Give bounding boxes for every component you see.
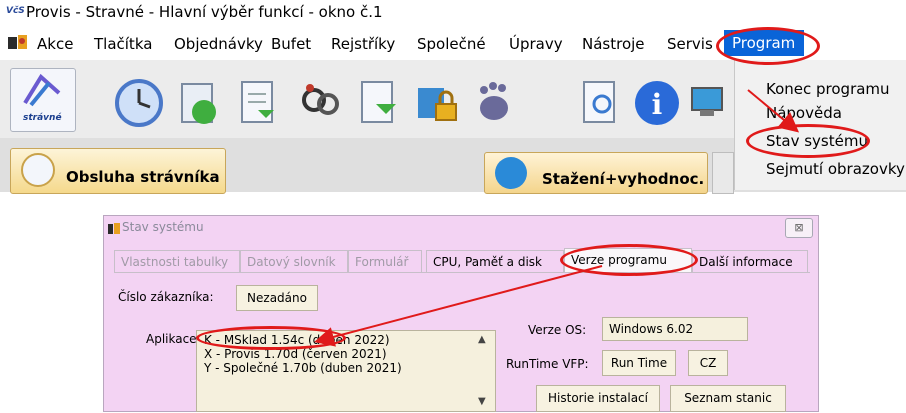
arrow-to-stav-systemu	[747, 89, 800, 133]
annotation-arrows	[314, 89, 800, 347]
arrow-to-msklad	[314, 265, 603, 347]
